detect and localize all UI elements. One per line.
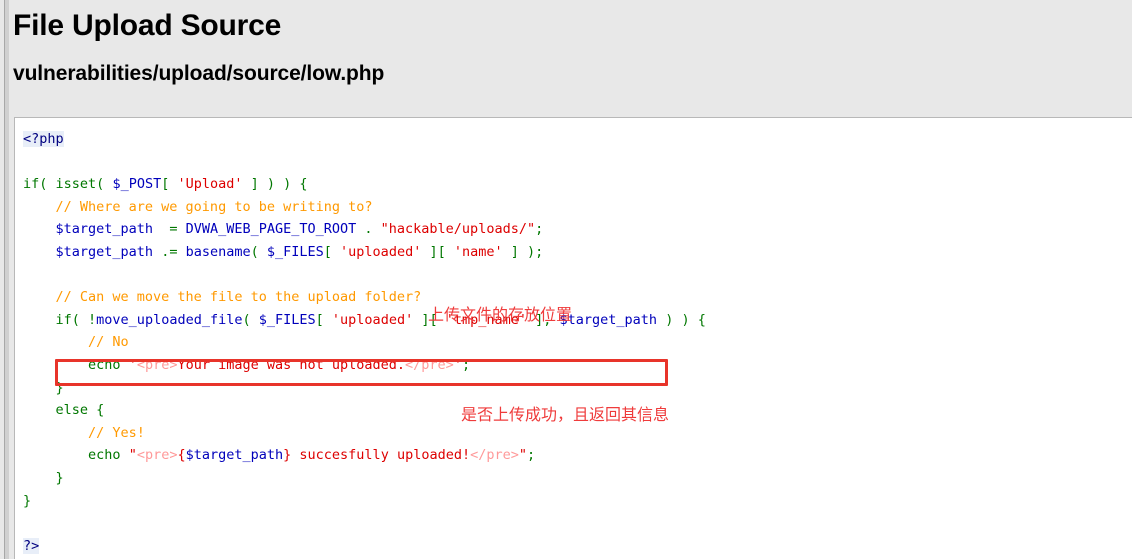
code-token-kw: if: [23, 176, 40, 193]
code-token-var: $target_path: [55, 243, 154, 260]
code-line: if( !move_uploaded_file( $_FILES[ 'uploa…: [23, 309, 1132, 332]
code-token-kw: .: [356, 221, 381, 238]
code-token-kw: ) ) {: [657, 311, 706, 328]
annotation-upload-storage-location: 上传文件的存放位置: [428, 305, 573, 324]
page-container: File Upload Source vulnerabilities/uploa…: [9, 0, 1132, 559]
code-token-var: $_POST: [112, 176, 162, 193]
code-token-var: $target_path: [559, 311, 658, 328]
code-line: }: [23, 377, 1132, 400]
page-title: File Upload Source: [13, 9, 282, 42]
code-line: // No: [23, 331, 1132, 354]
code-token-kw: if: [55, 311, 72, 328]
code-token-kw: ;: [461, 356, 471, 373]
code-token-kw: (: [242, 311, 259, 328]
code-line: }: [23, 490, 1132, 513]
code-token-kw: else: [55, 402, 89, 419]
code-line: $target_path .= basename( $_FILES[ 'uplo…: [23, 241, 1132, 264]
code-token-str: "hackable/uploads/": [380, 221, 536, 238]
code-token-kw: [: [315, 311, 332, 328]
code-token-cmt: // Can we move the file to the upload fo…: [23, 289, 422, 306]
code-token-kw: ][: [421, 243, 454, 260]
code-token-str: {: [177, 447, 186, 464]
code-token-str: ": [128, 447, 137, 464]
code-token-kw: .=: [153, 243, 186, 260]
code-token-kw: echo: [88, 356, 121, 373]
code-token-open: <?php: [23, 131, 64, 147]
code-token-kw: ;: [535, 221, 544, 238]
code-token-kw: ;: [527, 447, 536, 464]
code-token-var: DVWA_WEB_PAGE_TO_ROOT: [185, 221, 357, 238]
code-token-str: ': [453, 356, 462, 373]
code-token-kw: }: [23, 492, 32, 509]
code-token-var: $target_path: [55, 221, 154, 238]
code-line: ?>: [23, 535, 1132, 558]
code-token-cmt: // No: [23, 334, 129, 351]
code-token-kw: echo: [88, 447, 121, 464]
code-token-kw: [: [161, 176, 178, 193]
code-token-kw: isset: [55, 176, 97, 193]
code-token-var: $target_path: [185, 447, 284, 464]
code-token-kw: (: [96, 176, 113, 193]
code-token-cmt: // Where are we going to be writing to?: [23, 198, 373, 215]
code-line: <?php: [23, 128, 1132, 151]
header: File Upload Source vulnerabilities/uploa…: [9, 0, 1132, 87]
source-code-listing: <?php if( isset( $_POST[ 'Upload' ] ) ) …: [15, 118, 1132, 557]
code-line: echo '<pre>Your image was not uploaded.<…: [23, 354, 1132, 377]
code-line: if( isset( $_POST[ 'Upload' ] ) ) {: [23, 173, 1132, 196]
code-token-kw: ( !: [71, 311, 97, 328]
code-token-kw: {: [88, 402, 105, 419]
code-token-strtag: <pre>: [136, 447, 178, 464]
code-token-strtag: <pre>: [136, 356, 178, 373]
code-token-kw: }: [23, 469, 64, 486]
code-token-strtag: </pre>: [470, 447, 519, 464]
code-token-kw: ] ) ) {: [242, 176, 308, 193]
code-token-str: 'uploaded': [340, 243, 422, 260]
code-token-var: $_FILES: [266, 243, 324, 260]
code-token-strtag: </pre>: [405, 356, 454, 373]
code-token-str: ': [128, 356, 137, 373]
code-token-var: basename: [185, 243, 251, 260]
code-token-var: move_uploaded_file: [96, 311, 243, 328]
code-token-str: 'uploaded': [331, 311, 414, 328]
code-token-str: ": [518, 447, 528, 464]
annotation-upload-result-info: 是否上传成功，且返回其信息: [461, 405, 670, 424]
code-line: echo "<pre>{$target_path} succesfully up…: [23, 444, 1132, 467]
code-token-str: 'Upload': [177, 176, 243, 193]
code-token-kw: (: [250, 243, 267, 260]
code-token-kw: =: [153, 221, 186, 238]
code-token-open: ?>: [23, 537, 40, 554]
code-token-str: 'name': [453, 243, 503, 260]
code-line: // Yes!: [23, 422, 1132, 445]
code-token-kw: (: [39, 176, 56, 193]
code-token-var: $_FILES: [258, 311, 316, 328]
code-token-kw: [: [323, 243, 341, 260]
code-token-str: Your image was not uploaded.: [177, 356, 406, 373]
code-line: $target_path = DVWA_WEB_PAGE_TO_ROOT . "…: [23, 218, 1132, 241]
code-token-kw: ] );: [502, 243, 544, 260]
code-line: }: [23, 467, 1132, 490]
code-token-kw: }: [23, 379, 64, 396]
code-token-cmt: // Yes!: [23, 424, 145, 441]
source-file-path: vulnerabilities/upload/source/low.php: [13, 62, 385, 85]
code-token-str: } succesfully uploaded!: [283, 447, 471, 464]
code-line: // Where are we going to be writing to?: [23, 196, 1132, 219]
source-code-panel: <?php if( isset( $_POST[ 'Upload' ] ) ) …: [14, 117, 1132, 559]
code-line: // Can we move the file to the upload fo…: [23, 286, 1132, 309]
